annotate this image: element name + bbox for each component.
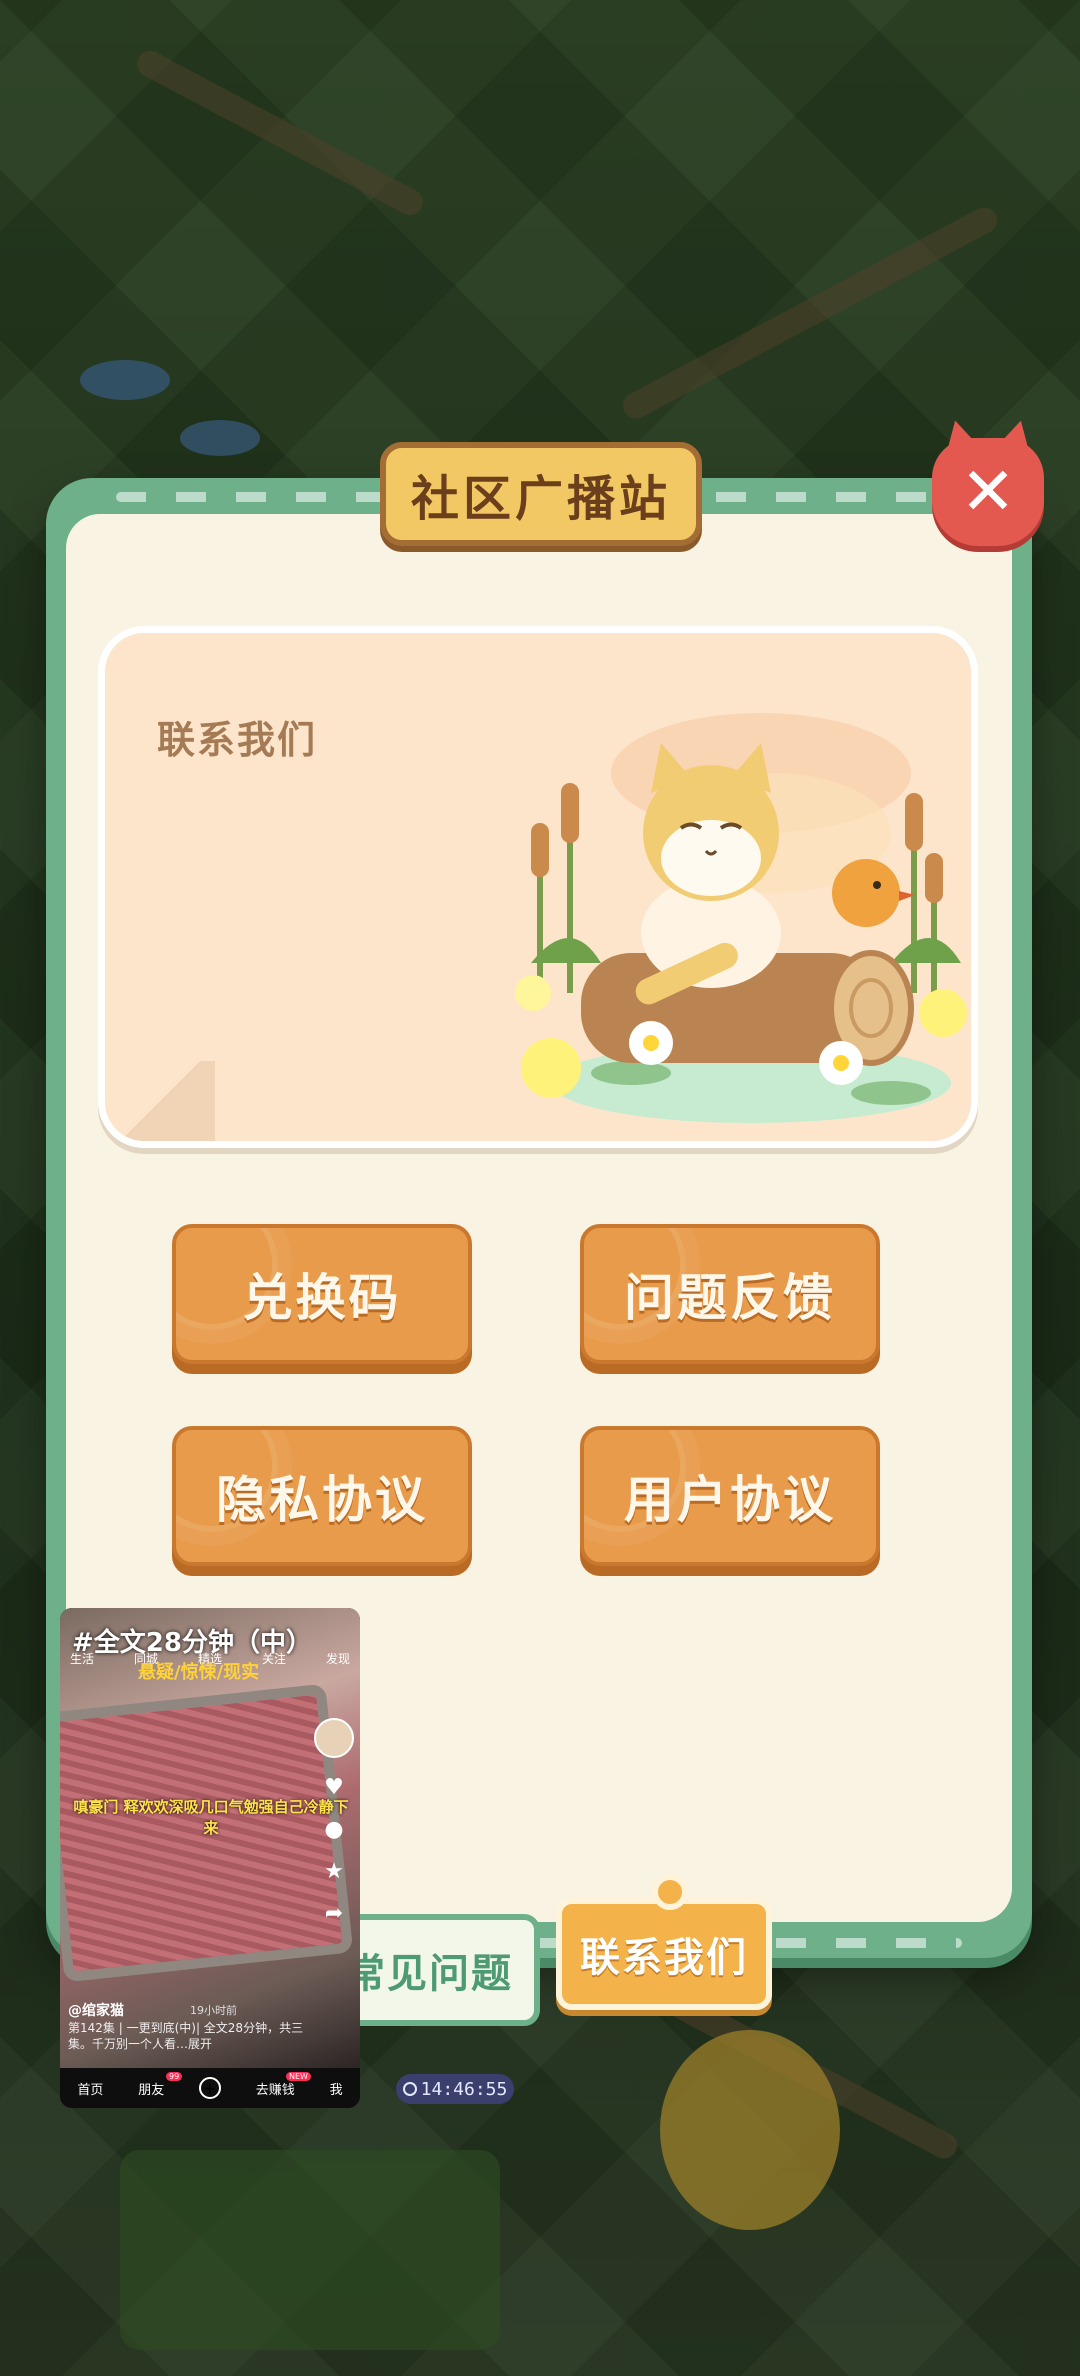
modal-title-plate: 社区广播站: [380, 442, 702, 546]
close-icon: ✕: [960, 453, 1016, 530]
video-nav-item[interactable]: 关注: [262, 1650, 286, 1667]
feedback-button[interactable]: 问题反馈: [580, 1224, 880, 1364]
event-timer-badge: 14:46:55: [396, 2074, 514, 2104]
comment-icon[interactable]: ●: [322, 1818, 346, 1842]
clock-icon: [402, 2082, 417, 2096]
tab-contact-us[interactable]: 联系我们: [556, 1874, 772, 2010]
friends-badge: 99: [166, 2072, 183, 2081]
video-time-ago: 19小时前: [190, 2004, 237, 2017]
video-bottom-home[interactable]: 首页: [77, 2079, 103, 2098]
feedback-label: 问题反馈: [624, 1269, 836, 1327]
banner-title: 联系我们: [157, 718, 318, 762]
video-subtitle: 悬疑/惊悚/现实: [138, 1662, 260, 1683]
redeem-code-label: 兑换码: [242, 1269, 402, 1327]
video-author[interactable]: @绾家猫: [68, 2000, 124, 2020]
modal-title: 社区广播站: [410, 471, 671, 527]
tab-contact-us-label: 联系我们: [580, 1935, 748, 1981]
floating-video-window[interactable]: #全文28分钟（中） 生活 同城 精选 关注 发现 悬疑/惊悚/现实 嗔豪门 释…: [60, 1608, 360, 2108]
video-bottom-earn[interactable]: 去赚钱: [256, 2079, 295, 2098]
favorite-icon[interactable]: ★: [322, 1860, 346, 1884]
earn-badge: NEW: [286, 2072, 311, 2081]
cat-on-log-illustration: [515, 713, 967, 1123]
video-caption: 嗔豪门 释欢欢深吸几口气勉强自己冷静下来: [73, 1798, 349, 1837]
creator-avatar[interactable]: [314, 1718, 354, 1758]
video-bottom-friends[interactable]: 朋友: [138, 2079, 164, 2098]
video-action-rail: ♥ ● ★ ➦: [314, 1718, 354, 1926]
contact-us-banner: 联系我们: [98, 626, 978, 1148]
user-agreement-label: 用户协议: [624, 1471, 836, 1529]
privacy-policy-button[interactable]: 隐私协议: [172, 1426, 472, 1566]
video-description: 第142集 | 一更到底(中)| 全文28分钟，共三集。千万别一个人看…展开: [68, 2021, 304, 2051]
redeem-code-button[interactable]: 兑换码: [172, 1224, 472, 1364]
create-plus-icon[interactable]: +: [198, 2077, 221, 2099]
user-agreement-button[interactable]: 用户协议: [580, 1426, 880, 1566]
event-timer-text: 14:46:55: [420, 2078, 508, 2100]
like-icon[interactable]: ♥: [322, 1776, 346, 1800]
close-button[interactable]: ✕: [932, 438, 1044, 546]
banner-corner-decoration: [105, 1061, 215, 1141]
video-nav-item[interactable]: 生活: [70, 1650, 94, 1667]
video-nav-item[interactable]: 发现: [326, 1650, 350, 1667]
video-bottom-me[interactable]: 我: [330, 2079, 343, 2098]
tab-pin-decoration: [652, 1874, 688, 1910]
video-bottom-nav: 首页 朋友 + 去赚钱 我: [60, 2068, 360, 2108]
privacy-policy-label: 隐私协议: [216, 1471, 428, 1529]
share-icon[interactable]: ➦: [322, 1902, 346, 1926]
tab-faq-label: 常见问题: [345, 1951, 513, 1997]
